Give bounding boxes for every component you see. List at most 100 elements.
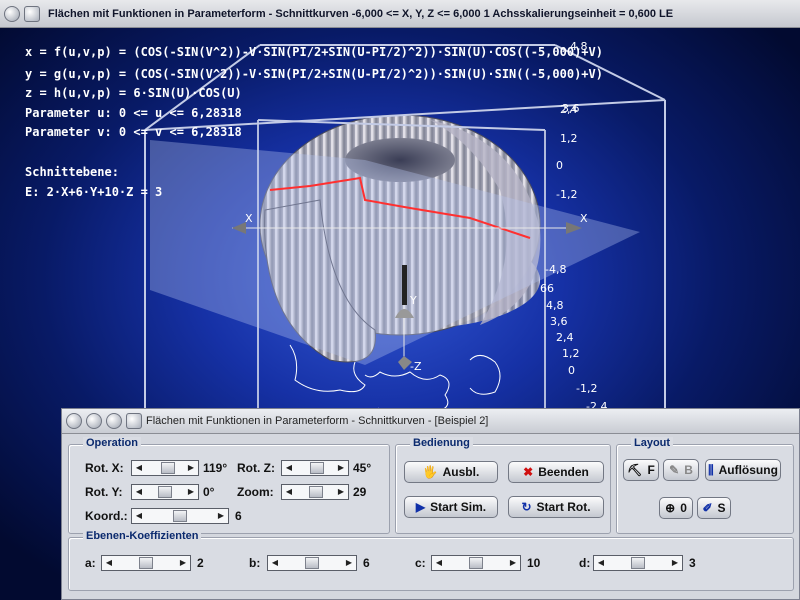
- slider-thumb[interactable]: [310, 462, 325, 474]
- rot-z-slider[interactable]: ◀ ▶: [281, 460, 349, 476]
- operation-title: Operation: [83, 437, 141, 449]
- arrow-right-icon[interactable]: ▶: [214, 509, 228, 523]
- panel-window-icon: [126, 413, 142, 429]
- arrow-right-icon[interactable]: ▶: [176, 556, 190, 570]
- slider-thumb[interactable]: [173, 510, 187, 522]
- ebenen-title: Ebenen-Koeffizienten: [83, 530, 202, 542]
- rot-x-slider[interactable]: ◀ ▶: [131, 460, 199, 476]
- tick-label: -1,2: [576, 382, 598, 395]
- grid-icon: ⫼: [708, 462, 714, 477]
- tick-label: 0: [568, 364, 575, 377]
- paint-bucket-icon: ⛏: [627, 463, 643, 477]
- ausblenden-button[interactable]: 🖐 Ausbl.: [404, 461, 498, 483]
- tick-label: 1,2: [562, 347, 580, 360]
- rot-x-label: Rot. X:: [85, 461, 124, 475]
- origin-label: 0: [680, 501, 687, 515]
- close-icon: ✖: [523, 465, 534, 479]
- rot-z-label: Rot. Z:: [237, 461, 275, 475]
- tick-label: -4,8: [545, 263, 567, 276]
- arrow-right-icon[interactable]: ▶: [342, 556, 356, 570]
- coef-c-slider[interactable]: ◀ ▶: [431, 555, 521, 571]
- slider-thumb[interactable]: [305, 557, 319, 569]
- s-button[interactable]: ✐ S: [697, 497, 731, 519]
- control-panel: Flächen mit Funktionen in Parameterform …: [61, 408, 800, 600]
- coef-a-slider[interactable]: ◀ ▶: [101, 555, 191, 571]
- beenden-label: Beenden: [538, 465, 589, 479]
- axis-label-x-pos: X: [580, 212, 588, 225]
- arrow-left-icon[interactable]: ◀: [268, 556, 282, 570]
- arrow-right-icon[interactable]: ▶: [184, 461, 198, 475]
- bedienung-group: Bedienung 🖐 Ausbl. ✖ Beenden ▶ Start Sim…: [395, 437, 611, 534]
- formula-z: z = h(u,v,p) = 6·SIN(U)·COS(U): [25, 86, 242, 100]
- beenden-button[interactable]: ✖ Beenden: [508, 461, 604, 483]
- arrow-left-icon[interactable]: ◀: [132, 461, 146, 475]
- system-menu-icon[interactable]: [4, 5, 20, 22]
- coef-d-slider[interactable]: ◀ ▶: [593, 555, 683, 571]
- arrow-right-icon[interactable]: ▶: [184, 485, 198, 499]
- axis-label-z: -Z: [410, 360, 422, 373]
- zoom-slider[interactable]: ◀ ▶: [281, 484, 349, 500]
- arrow-left-icon[interactable]: ◀: [594, 556, 608, 570]
- start-rot-label: Start Rot.: [536, 500, 591, 514]
- slider-thumb[interactable]: [139, 557, 153, 569]
- tick-label: -1,2: [556, 188, 578, 201]
- arrow-left-icon[interactable]: ◀: [102, 556, 116, 570]
- zoom-label: Zoom:: [237, 485, 274, 499]
- coef-c-value: 10: [527, 556, 541, 570]
- zoom-value: 29: [353, 485, 367, 499]
- coef-b-value: 6: [363, 556, 370, 570]
- panel-minimize-icon[interactable]: [86, 413, 102, 429]
- b-button[interactable]: ✎ B: [663, 459, 699, 481]
- arrow-left-icon[interactable]: ◀: [132, 485, 146, 499]
- arrow-right-icon[interactable]: ▶: [506, 556, 520, 570]
- coef-a-label: a:: [85, 556, 96, 570]
- slider-thumb[interactable]: [309, 486, 324, 498]
- rot-y-value: 0°: [203, 485, 215, 499]
- coef-d-label: d:: [579, 556, 591, 570]
- tick-label: 2,4: [556, 331, 574, 344]
- tick-label: 66: [540, 282, 554, 295]
- rot-z-value: 45°: [353, 461, 372, 475]
- parameter-u: Parameter u: 0 <= u <= 6,28318: [25, 106, 242, 120]
- tick-label: 0: [556, 159, 563, 172]
- formula-x: x = f(u,v,p) = (COS(-SIN(V^2))-V·SIN(PI/…: [25, 45, 603, 59]
- slider-thumb[interactable]: [160, 462, 175, 474]
- arrow-left-icon[interactable]: ◀: [282, 485, 296, 499]
- arrow-left-icon[interactable]: ◀: [132, 509, 146, 523]
- origin-button[interactable]: ⊕ 0: [659, 497, 693, 519]
- coef-b-slider[interactable]: ◀ ▶: [267, 555, 357, 571]
- koord-value: 6: [235, 509, 242, 523]
- arrow-left-icon[interactable]: ◀: [282, 461, 296, 475]
- rot-y-slider[interactable]: ◀ ▶: [131, 484, 199, 500]
- start-rot-button[interactable]: ↻ Start Rot.: [508, 496, 604, 518]
- axis-label-x-neg: X: [245, 212, 253, 225]
- play-icon: ▶: [415, 500, 426, 514]
- tick-label: 1,2: [560, 132, 578, 145]
- arrow-right-icon[interactable]: ▶: [334, 461, 348, 475]
- start-sim-button[interactable]: ▶ Start Sim.: [404, 496, 498, 518]
- fill-button[interactable]: ⛏ F: [623, 459, 659, 481]
- slider-thumb[interactable]: [469, 557, 483, 569]
- formula-y: y = g(u,v,p) = (COS(-SIN(V^2))-V·SIN(PI/…: [25, 67, 603, 81]
- arrow-right-icon[interactable]: ▶: [668, 556, 682, 570]
- aufloesung-button[interactable]: ⫼ Auflösung: [705, 459, 781, 481]
- layout-title: Layout: [631, 437, 674, 449]
- fill-label: F: [647, 463, 655, 477]
- koord-slider[interactable]: ◀ ▶: [131, 508, 229, 524]
- b-label: B: [684, 463, 693, 477]
- arrow-left-icon[interactable]: ◀: [432, 556, 446, 570]
- bedienung-title: Bedienung: [410, 437, 473, 449]
- slider-thumb[interactable]: [631, 557, 645, 569]
- slider-thumb[interactable]: [158, 486, 172, 498]
- tick-label: 4,8: [570, 40, 588, 53]
- pen-icon: ✐: [702, 501, 713, 515]
- coef-c-label: c:: [415, 556, 426, 570]
- projected-curve: [289, 344, 501, 416]
- panel-menu-icon[interactable]: [66, 413, 82, 429]
- arrow-right-icon[interactable]: ▶: [334, 485, 348, 499]
- layout-group: Layout ⛏ F ✎ B ⫼ Auflösung ⊕ 0 ✐ S: [616, 437, 794, 534]
- s-label: S: [717, 501, 726, 515]
- tick-label: 2,4: [560, 103, 578, 116]
- panel-title: Flächen mit Funktionen in Parameterform …: [146, 415, 489, 427]
- panel-close-icon[interactable]: [106, 413, 122, 429]
